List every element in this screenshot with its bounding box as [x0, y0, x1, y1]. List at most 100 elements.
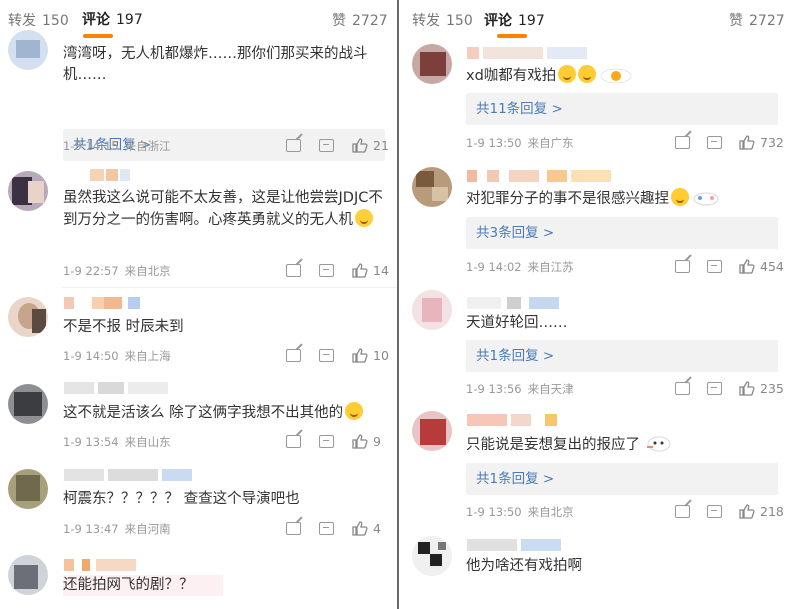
comment-text-content: 这不就是活该么 除了这俩字我想不出其他的 — [63, 405, 344, 421]
tab-like[interactable]: 赞 2727 — [729, 10, 785, 30]
avatar[interactable] — [412, 536, 452, 576]
comment-icon[interactable] — [707, 504, 722, 518]
share-icon[interactable] — [286, 521, 301, 535]
comment-actions: 14 — [286, 262, 389, 278]
reply-count-link[interactable]: 共1条回复 > — [466, 340, 778, 372]
avatar[interactable] — [8, 297, 48, 337]
comment-icon[interactable] — [707, 135, 722, 149]
avatar[interactable] — [412, 411, 452, 451]
share-icon[interactable] — [286, 263, 301, 277]
avatar[interactable] — [412, 167, 452, 207]
comment-meta: 1-9 13:54 来自山东 — [63, 434, 171, 450]
tab-repost[interactable]: 转发 150 — [8, 10, 69, 30]
like-count: 235 — [760, 380, 784, 396]
share-icon[interactable] — [675, 381, 690, 395]
comment-text: 柯震东？？？？？ 查查这个导演吧也 — [63, 491, 300, 507]
like-count: 454 — [760, 258, 784, 274]
comment-meta: 1-9 22:57 来自北京 — [63, 263, 171, 279]
comment-date: 1-9 13:50 — [466, 136, 522, 150]
avatar[interactable] — [8, 384, 48, 424]
username[interactable] — [467, 539, 561, 553]
comment-text: 还能拍网飞的剧？？ — [63, 575, 223, 596]
like-icon[interactable] — [739, 503, 755, 519]
reply-count-link[interactable]: 共3条回复 > — [466, 217, 778, 249]
tab-comment-label: 评论 — [484, 13, 512, 29]
hug-emoji-icon — [355, 209, 373, 227]
comment-location: 来自广东 — [527, 136, 574, 150]
comment-location: 来自河南 — [124, 522, 171, 536]
comment-meta: 1-9 14:02 来自江苏 — [466, 259, 574, 275]
tab-comment[interactable]: 评论 197 — [82, 9, 143, 29]
comment-icon[interactable] — [319, 434, 334, 448]
like-icon[interactable] — [739, 134, 755, 150]
tab-bar: 转发 150 评论 197 赞 2727 — [399, 0, 786, 38]
tab-like-count: 2727 — [352, 13, 388, 29]
comment-location: 来自北京 — [124, 264, 171, 278]
like-count: 21 — [373, 137, 389, 153]
comment-location: 来自江苏 — [527, 260, 574, 274]
comment-actions: 454 — [675, 258, 784, 274]
like-icon[interactable] — [352, 137, 368, 153]
like-count: 9 — [373, 433, 381, 449]
left-screenshot-panel: 转发 150 评论 197 赞 2727 湾湾呀，无人机都爆炸……那你们那买来的战斗机… — [0, 0, 397, 609]
like-icon[interactable] — [352, 262, 368, 278]
username[interactable] — [64, 297, 140, 311]
comment-icon[interactable] — [707, 381, 722, 395]
comment-meta: 1-9 13:50 来自北京 — [466, 504, 574, 520]
tab-like[interactable]: 赞 2727 — [332, 10, 388, 30]
username[interactable] — [90, 169, 130, 183]
comment-date: 1-9 13:47 — [63, 522, 119, 536]
reply-count-link[interactable]: 共1条回复 > — [466, 463, 778, 495]
tab-repost-count: 150 — [42, 13, 69, 29]
username[interactable] — [467, 414, 557, 428]
comment-actions: 10 — [286, 347, 389, 363]
username[interactable] — [64, 559, 136, 573]
comment-text: 湾湾呀，无人机都爆炸……那你们那买来的战斗机…… — [63, 46, 368, 83]
username[interactable] — [467, 170, 611, 184]
avatar[interactable] — [8, 469, 48, 509]
like-icon[interactable] — [739, 258, 755, 274]
share-icon[interactable] — [286, 138, 301, 152]
comment-icon[interactable] — [319, 263, 334, 277]
comment-date: 1-9 14:02 — [466, 260, 522, 274]
username[interactable] — [64, 469, 192, 483]
avatar[interactable] — [412, 290, 452, 330]
like-icon[interactable] — [352, 520, 368, 536]
reply-count-link[interactable]: 共11条回复 > — [466, 93, 778, 125]
comment-text: 天道好轮回…… — [466, 315, 568, 331]
comment-icon[interactable] — [319, 138, 334, 152]
comment-meta: 1-9 13:47 来自河南 — [63, 521, 171, 537]
tab-active-indicator — [83, 34, 113, 38]
bunny-sticker-icon — [647, 436, 671, 452]
comment-date: 1-9 14:15 — [63, 139, 119, 153]
divider — [62, 287, 397, 288]
share-icon[interactable] — [286, 348, 301, 362]
like-count: 218 — [760, 503, 784, 519]
like-icon[interactable] — [352, 433, 368, 449]
username[interactable] — [467, 297, 559, 311]
tab-repost-count: 150 — [446, 13, 473, 29]
tab-repost-label: 转发 — [8, 13, 36, 29]
username[interactable] — [64, 382, 168, 396]
like-icon[interactable] — [352, 347, 368, 363]
share-icon[interactable] — [675, 504, 690, 518]
avatar[interactable] — [8, 171, 48, 211]
comment-icon[interactable] — [319, 521, 334, 535]
avatar[interactable] — [412, 44, 452, 84]
comment-icon[interactable] — [707, 259, 722, 273]
comment-date: 1-9 13:54 — [63, 435, 119, 449]
share-icon[interactable] — [675, 135, 690, 149]
avatar[interactable] — [8, 555, 48, 595]
share-icon[interactable] — [286, 434, 301, 448]
avatar[interactable] — [8, 30, 48, 70]
comment-text: 这不就是活该么 除了这俩字我想不出其他的 — [63, 402, 393, 424]
like-count: 10 — [373, 347, 389, 363]
tab-repost[interactable]: 转发 150 — [412, 10, 473, 30]
comment-icon[interactable] — [319, 348, 334, 362]
username[interactable] — [467, 47, 587, 61]
share-icon[interactable] — [675, 259, 690, 273]
comment-actions: 218 — [675, 503, 784, 519]
right-screenshot-panel: 转发 150 评论 197 赞 2727 xd咖都有戏拍 共11条回复 > 1-9 1… — [399, 0, 786, 609]
like-icon[interactable] — [739, 380, 755, 396]
tab-comment[interactable]: 评论 197 — [484, 10, 545, 30]
